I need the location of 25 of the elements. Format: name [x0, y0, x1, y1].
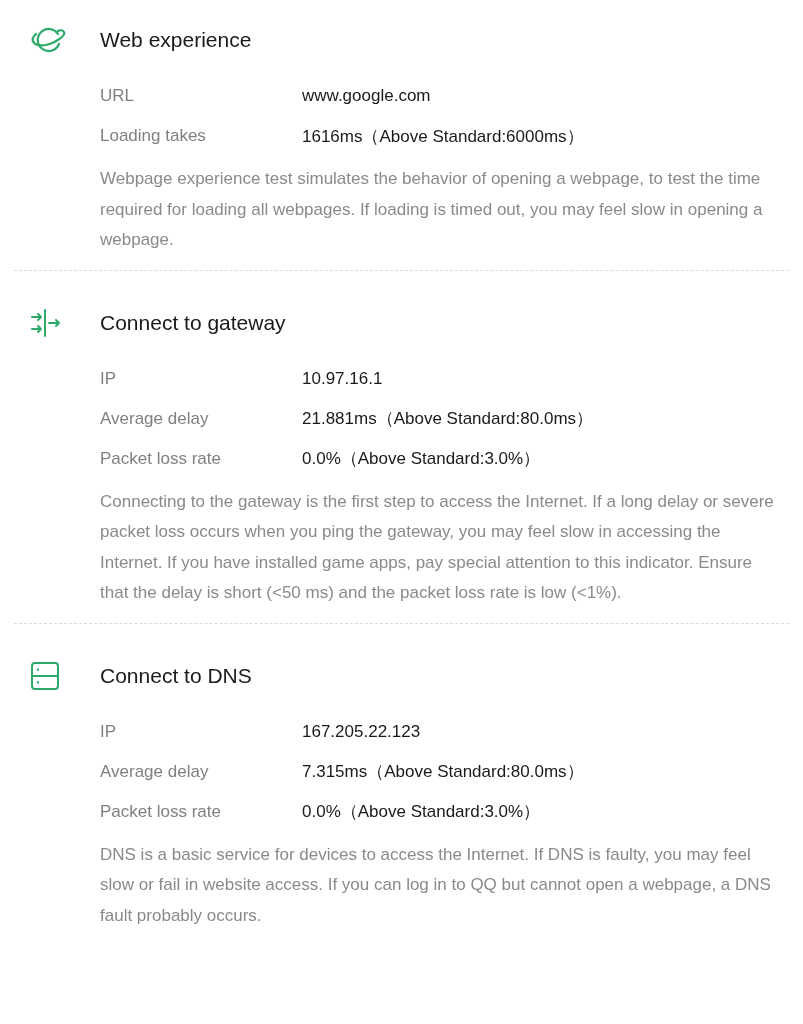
description-text: Connecting to the gateway is the first step to access the Internet. If a long delay or severe packet loss occurs when you ping the gateway, you may feel slow in accessing the Internet. If you have installed game apps, pay special attention to this indicator. Ensure that the delay is short (<50 ms) and the packet loss rate is low (<1%).: [100, 490, 775, 604]
description-text: Webpage experience test simulates the behavior of opening a webpage, to test the time required for loading all webpages. If loading is timed out, you may feel slow in opening a webpage.: [100, 168, 764, 251]
field-value: 21.881ms（Above Standard:80.0ms）: [302, 408, 594, 430]
field-label: IP: [100, 721, 118, 742]
field-value: 0.0%（Above Standard:3.0%）: [302, 448, 541, 470]
field-label: URL: [100, 86, 135, 106]
field-label: Loading takes: [100, 126, 207, 146]
section-title: Web experience: [100, 28, 252, 52]
field-value: www.google.com: [302, 86, 431, 106]
section-title: Connect to DNS: [100, 663, 252, 688]
field-value: 7.315ms（Above Standard:80.0ms）: [302, 761, 584, 783]
gateway-icon: [30, 307, 62, 338]
description-text: DNS is a basic service for devices to access the Internet. If DNS is faulty, you may feel slow or fail in website access. If you can log in to QQ but cannot open a webpage, a DNS fault probably occurs.: [100, 843, 772, 927]
field-label: Packet loss rate: [100, 801, 222, 822]
field-value: 10.97.16.1: [302, 368, 383, 389]
field-label: Average delay: [100, 408, 210, 429]
field-value: 167.205.22.123: [302, 721, 421, 742]
server-icon: [30, 660, 60, 691]
field-label: Packet loss rate: [100, 448, 222, 469]
field-value: 0.0%（Above Standard:3.0%）: [302, 801, 541, 823]
section-title: Connect to gateway: [100, 310, 286, 335]
field-value: 1616ms（Above Standard:6000ms）: [302, 125, 584, 148]
field-label: IP: [100, 368, 118, 389]
field-label: Average delay: [100, 761, 210, 782]
planet-icon: [30, 25, 68, 55]
